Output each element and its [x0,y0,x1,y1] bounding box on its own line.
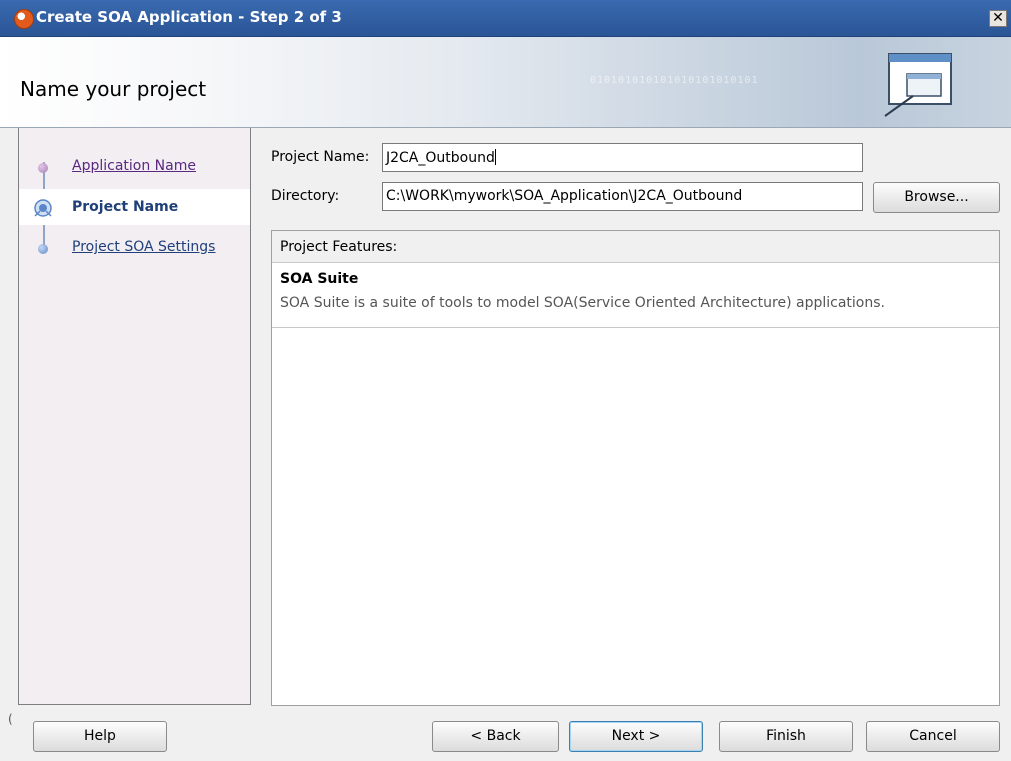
feature-description: SOA Suite is a suite of tools to model S… [280,295,885,311]
close-button[interactable]: ✕ [989,10,1007,27]
directory-input[interactable]: C:\WORK\mywork\SOA_Application\J2CA_Outb… [382,182,863,211]
step-label[interactable]: Application Name [72,158,196,174]
step-dot-icon [38,163,48,173]
title-bar: Create SOA Application - Step 2 of 3 ✕ [0,0,1011,37]
header-binary-decoration: 010101010101010101010101 [590,75,759,86]
cancel-button[interactable]: Cancel [866,721,1000,752]
feature-item[interactable]: SOA Suite SOA Suite is a suite of tools … [272,263,999,328]
oracle-app-icon [14,9,34,29]
current-step-icon [34,199,52,217]
wizard-header: 010101010101010101010101 Name your proje… [0,37,1011,128]
features-header: Project Features: [272,231,999,263]
close-icon: ✕ [992,10,1004,26]
finish-button[interactable]: Finish [719,721,853,752]
project-name-value: J2CA_Outbound [386,150,495,166]
next-button[interactable]: Next > [569,721,703,752]
step-application-name[interactable]: Application Name [19,148,250,184]
project-name-label: Project Name: [271,149,370,165]
feature-name: SOA Suite [280,271,359,287]
step-dot-icon [38,244,48,254]
step-project-soa-settings[interactable]: Project SOA Settings [19,229,250,265]
project-features-panel: Project Features: SOA Suite SOA Suite is… [271,230,1000,706]
page-title: Name your project [20,77,207,101]
directory-label: Directory: [271,188,340,204]
step-label[interactable]: Project SOA Settings [72,239,215,255]
text-caret [494,149,496,165]
project-name-input[interactable]: J2CA_Outbound [382,143,863,172]
edge-mark: ( [8,712,13,726]
window-title: Create SOA Application - Step 2 of 3 [36,8,342,26]
directory-value: C:\WORK\mywork\SOA_Application\J2CA_Outb… [386,188,743,204]
back-button[interactable]: < Back [432,721,559,752]
wizard-steps-panel: Application Name Project Name Project SO… [18,128,251,705]
browse-button[interactable]: Browse... [873,182,1000,213]
step-label: Project Name [72,199,179,215]
help-button[interactable]: Help [33,721,167,752]
window-graphic-icon [884,53,952,117]
step-project-name[interactable]: Project Name [19,189,250,225]
